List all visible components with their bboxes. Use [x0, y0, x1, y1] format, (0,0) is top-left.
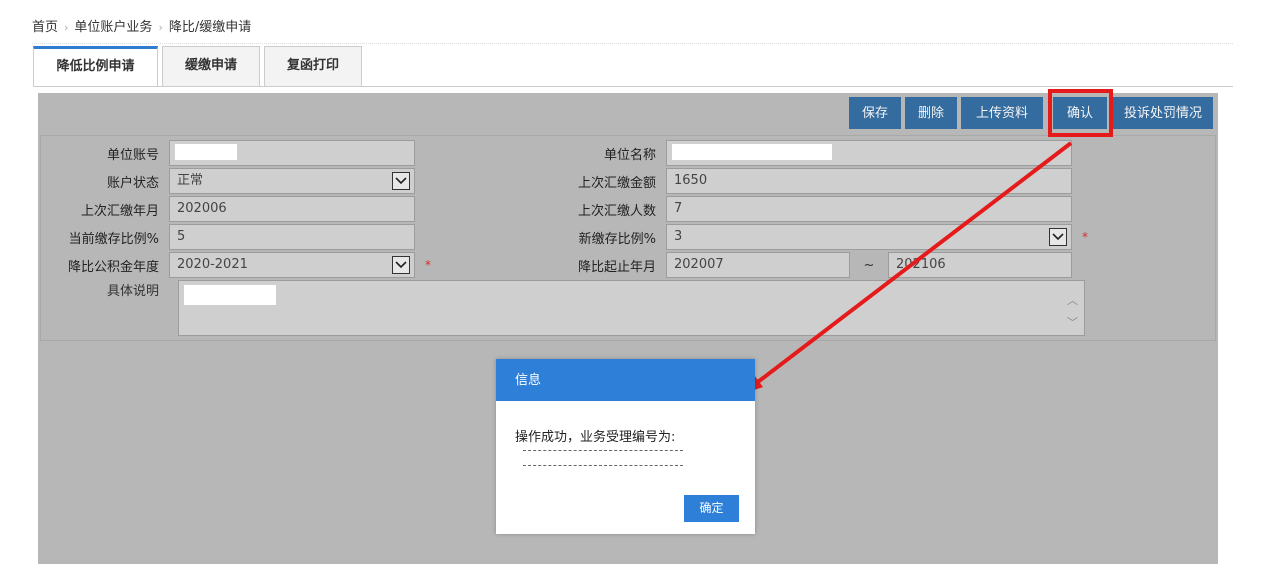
last-count-label: 上次汇缴人数	[577, 203, 656, 219]
redacted-acceptance-number	[523, 450, 683, 466]
desc-label: 具体说明	[106, 284, 159, 299]
breadcrumb-unit-account-business[interactable]: 单位账户业务	[74, 18, 152, 38]
upload-materials-button[interactable]: 上传资料	[961, 97, 1043, 129]
required-mark: *	[425, 258, 431, 272]
dialog-title: 信息	[496, 359, 755, 401]
period-start-field[interactable]: 202007	[666, 252, 850, 278]
breadcrumb-current: 降比/缓缴申请	[168, 20, 252, 35]
redacted-value	[184, 285, 276, 305]
fund-year-label: 降比公积金年度	[67, 259, 159, 275]
unit-name-field[interactable]	[666, 140, 1072, 166]
form-row: 单位名称	[538, 140, 1072, 166]
form-row: 降比公积金年度 2020-2021 *	[41, 252, 431, 278]
new-ratio-select[interactable]: 3	[666, 224, 1072, 250]
current-ratio-label: 当前缴存比例%	[68, 231, 159, 247]
tab-reduce-ratio[interactable]: 降低比例申请	[33, 46, 158, 87]
chevron-down-icon[interactable]	[392, 172, 410, 190]
form-row: 上次汇缴金额 1650	[538, 168, 1072, 194]
period-label: 降比起止年月	[577, 259, 656, 275]
scroll-down-icon[interactable]: ﹀	[1067, 311, 1078, 335]
form-row: 新缴存比例% 3 *	[538, 224, 1088, 250]
fund-year-value: 2020-2021	[177, 257, 248, 272]
unit-name-label: 单位名称	[603, 147, 656, 163]
delete-button[interactable]: 删除	[905, 97, 957, 129]
chevron-right-icon: ›	[64, 21, 69, 34]
form-row: 降比起止年月 202007 ~ 202106	[538, 252, 1072, 278]
breadcrumb-divider	[32, 43, 1233, 44]
new-ratio-label: 新缴存比例%	[578, 231, 656, 247]
save-button[interactable]: 保存	[849, 97, 901, 129]
required-mark: *	[1082, 230, 1088, 244]
new-ratio-value: 3	[674, 229, 683, 244]
last-month-field[interactable]: 202006	[169, 196, 415, 222]
account-status-value: 正常	[177, 173, 204, 188]
scroll-up-icon[interactable]: ︿	[1067, 289, 1078, 313]
period-tilde: ~	[863, 257, 875, 273]
last-amount-field[interactable]: 1650	[666, 168, 1072, 194]
breadcrumb-home[interactable]: 首页	[32, 18, 58, 38]
chevron-down-icon[interactable]	[1049, 228, 1067, 246]
redacted-value	[672, 144, 832, 160]
account-status-label: 账户状态	[106, 175, 159, 191]
complaint-penalty-button[interactable]: 投诉处罚情况	[1113, 97, 1213, 129]
form-row: 当前缴存比例% 5	[41, 224, 415, 250]
breadcrumb: 首页 › 单位账户业务 › 降比/缓缴申请	[32, 18, 251, 38]
tab-reply-print[interactable]: 复函打印	[264, 46, 362, 87]
redacted-value	[175, 144, 237, 160]
last-amount-label: 上次汇缴金额	[577, 175, 656, 191]
ok-button[interactable]: 确定	[684, 495, 739, 522]
form-area: 单位账号 单位名称 账户状态 正常 上次汇缴金额 1650 上次汇缴年月 202…	[40, 135, 1216, 341]
last-count-field[interactable]: 7	[666, 196, 1072, 222]
form-row: 账户状态 正常	[41, 168, 415, 194]
tab-bar: 降低比例申请 缓缴申请 复函打印	[33, 46, 366, 87]
period-end-field[interactable]: 202106	[888, 252, 1072, 278]
chevron-down-icon[interactable]	[392, 256, 410, 274]
chevron-right-icon: ›	[158, 21, 163, 34]
tab-defer-payment[interactable]: 缓缴申请	[162, 46, 260, 87]
fund-year-select[interactable]: 2020-2021	[169, 252, 415, 278]
desc-textarea[interactable]: ︿ ﹀	[178, 280, 1085, 336]
info-dialog: 信息 操作成功，业务受理编号为: 确定	[496, 359, 755, 534]
form-row: 上次汇缴人数 7	[538, 196, 1072, 222]
toolbar: 保存 删除 上传资料 确认 投诉处罚情况	[849, 97, 1213, 129]
current-ratio-field[interactable]: 5	[169, 224, 415, 250]
confirm-button[interactable]: 确认	[1053, 97, 1107, 129]
dialog-message: 操作成功，业务受理编号为:	[515, 430, 676, 445]
form-row: 上次汇缴年月 202006	[41, 196, 415, 222]
form-row: 单位账号	[41, 140, 415, 166]
unit-account-label: 单位账号	[106, 147, 159, 163]
account-status-select[interactable]: 正常	[169, 168, 415, 194]
unit-account-field[interactable]	[169, 140, 415, 166]
tab-divider	[33, 86, 1233, 87]
last-month-label: 上次汇缴年月	[80, 203, 159, 219]
